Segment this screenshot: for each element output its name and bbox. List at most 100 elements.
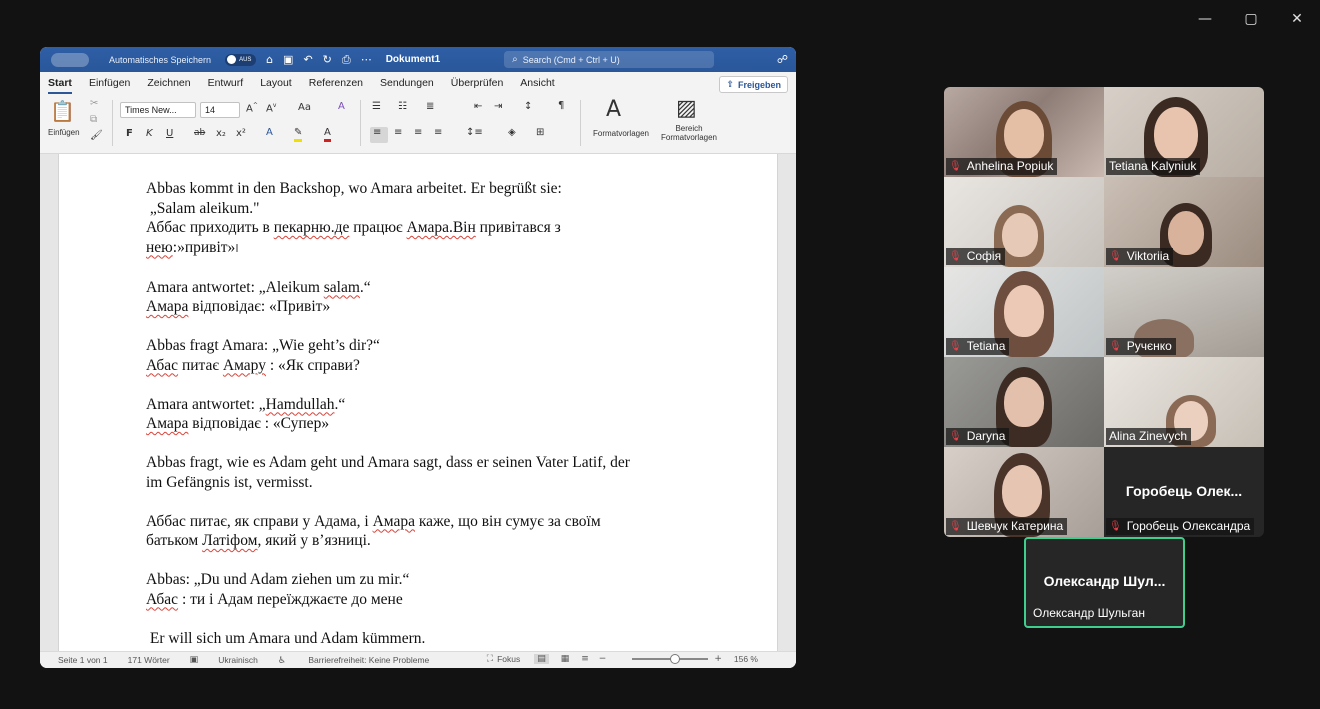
word-count[interactable]: 171 Wörter — [128, 655, 170, 665]
participant-tile[interactable]: Горобець Олек... 🎙 Горобець Олександра — [1104, 447, 1264, 537]
document-page[interactable]: Abbas kommt in den Backshop, wo Amara ar… — [58, 154, 778, 651]
align-left-icon[interactable]: ≡ — [373, 127, 381, 138]
font-name-select[interactable]: Times New... — [120, 102, 196, 118]
focus-icon[interactable]: ⛶ — [487, 654, 493, 664]
styles-icon[interactable]: A — [606, 97, 621, 122]
tab-view[interactable]: Ansicht — [520, 77, 561, 94]
maximize-icon[interactable]: ▢ — [1228, 6, 1274, 32]
underline-button[interactable]: U — [166, 128, 173, 139]
active-speaker-tile[interactable]: Олександр Шул... Олександр Шульган — [1024, 537, 1185, 628]
accessibility-status[interactable]: ♿ Barrierefreiheit: Keine Probleme — [278, 655, 449, 666]
superscript-icon[interactable]: x² — [236, 128, 246, 139]
decrease-indent-icon[interactable]: ⇤ — [474, 101, 482, 112]
tab-references[interactable]: Referenzen — [309, 77, 370, 94]
bold-button[interactable]: F — [126, 128, 133, 139]
grow-font-icon[interactable]: A^ — [246, 102, 258, 114]
document-line[interactable] — [146, 492, 706, 512]
tab-layout[interactable]: Layout — [260, 77, 299, 94]
language[interactable]: Ukrainisch — [218, 655, 258, 665]
tab-review[interactable]: Überprüfen — [451, 77, 511, 94]
outline-icon[interactable]: ≡ — [581, 654, 589, 664]
undo-icon[interactable]: ↶ — [303, 53, 312, 66]
document-line[interactable]: нею:»привіт»I — [146, 238, 706, 259]
share-button[interactable]: ⇪ Freigeben — [719, 76, 788, 93]
document-line[interactable] — [146, 375, 706, 395]
borders-icon[interactable]: ⊞ — [536, 127, 544, 138]
shading-icon[interactable]: ◈ — [508, 127, 516, 138]
document-line[interactable]: Амара відповідає : «Супер» — [146, 414, 706, 434]
document-line[interactable] — [146, 609, 706, 629]
print-icon[interactable]: ⎙ — [342, 53, 351, 67]
tab-start[interactable]: Start — [48, 77, 79, 94]
document-line[interactable]: Аббас приходить в пекарню.де працює Амар… — [146, 218, 706, 238]
participant-tile[interactable]: 🎙 Anhelina Popiuk — [944, 87, 1104, 177]
subscript-icon[interactable]: x₂ — [216, 128, 226, 139]
paste-icon[interactable]: 📋 — [50, 99, 75, 123]
document-line[interactable]: Abbas kommt in den Backshop, wo Amara ar… — [146, 179, 706, 199]
clear-format-icon[interactable]: A — [338, 101, 345, 112]
numbering-icon[interactable]: ☷ — [398, 101, 407, 112]
participant-tile[interactable]: 🎙 Daryna — [944, 357, 1104, 447]
change-case-button[interactable]: Aa — [298, 102, 311, 113]
zoom-out-icon[interactable]: − — [599, 654, 607, 664]
document-line[interactable]: батьком Латіфом, який у в’язниці. — [146, 531, 706, 551]
styles-pane-icon[interactable]: ▨ — [676, 96, 697, 121]
print-layout-icon[interactable]: ▤ — [534, 654, 549, 664]
participant-tile[interactable]: 🎙 Ручєнко — [1104, 267, 1264, 357]
cut-icon[interactable]: ✂ — [90, 98, 98, 109]
participant-tile[interactable]: 🎙 Viktoriia — [1104, 177, 1264, 267]
document-line[interactable] — [146, 551, 706, 571]
document-line[interactable]: Amara antwortet: „Hamdullah.“ — [146, 395, 706, 415]
sort-icon[interactable]: ↕ — [524, 101, 532, 112]
document-line[interactable]: Amara antwortet: „Aleikum salam.“ — [146, 278, 706, 298]
pilcrow-icon[interactable]: ¶ — [558, 100, 564, 111]
font-size-select[interactable]: 14 — [200, 102, 240, 118]
highlight-icon[interactable]: ✎ — [294, 127, 303, 142]
document-line[interactable]: Er will sich um Amara und Adam kümmern. — [146, 629, 706, 649]
format-painter-icon[interactable]: 🖌 — [90, 130, 103, 141]
account-icon[interactable]: ☍ — [777, 53, 788, 66]
proofing-icon[interactable]: ▣ — [190, 655, 199, 665]
document-line[interactable]: Abbas fragt Amara: „Wie geht’s dir?“ — [146, 336, 706, 356]
participant-tile[interactable]: 🎙 Tetiana — [944, 267, 1104, 357]
participant-tile[interactable]: 🎙 Шевчук Катерина — [944, 447, 1104, 537]
save-icon[interactable]: ▣ — [283, 53, 293, 66]
tab-draw[interactable]: Zeichnen — [147, 77, 197, 94]
web-layout-icon[interactable]: ▦ — [561, 654, 570, 664]
shrink-font-icon[interactable]: Av — [266, 102, 276, 114]
text-effects-icon[interactable]: A — [266, 127, 273, 138]
participant-tile[interactable]: Tetiana Kalyniuk — [1104, 87, 1264, 177]
zoom-slider[interactable] — [632, 654, 709, 664]
document-line[interactable]: „Salam aleikum." — [146, 199, 706, 219]
document-line[interactable]: Abbas: „Du und Adam ziehen um zu mir.“ — [146, 570, 706, 590]
document-line[interactable]: Амара відповідає: «Привіт» — [146, 297, 706, 317]
focus-label[interactable]: Fokus — [497, 654, 520, 664]
bullets-icon[interactable]: ☰ — [372, 101, 381, 112]
tab-mailings[interactable]: Sendungen — [380, 77, 441, 94]
zoom-in-icon[interactable]: + — [714, 654, 722, 664]
align-center-icon[interactable]: ≡ — [394, 127, 402, 138]
document-line[interactable]: Абас : ти і Адам переїжджаєте до мене — [146, 590, 706, 610]
participant-tile[interactable]: Alina Zinevych — [1104, 357, 1264, 447]
tab-design[interactable]: Entwurf — [208, 77, 251, 94]
page-count[interactable]: Seite 1 von 1 — [58, 655, 108, 665]
document-line[interactable] — [146, 317, 706, 337]
strikethrough-button[interactable]: ab — [194, 128, 205, 138]
document-line[interactable]: Аббас питає, як справи у Адама, і Амара … — [146, 512, 706, 532]
italic-button[interactable]: K — [146, 128, 153, 139]
sidebar-toggle[interactable] — [51, 52, 89, 67]
minimize-icon[interactable]: — — [1182, 6, 1228, 32]
more-icon[interactable]: ⋯ — [361, 53, 372, 66]
justify-icon[interactable]: ≡ — [434, 127, 442, 138]
font-color-icon[interactable]: A — [324, 127, 331, 142]
increase-indent-icon[interactable]: ⇥ — [494, 101, 502, 112]
document-line[interactable]: im Gefängnis ist, vermisst. — [146, 473, 706, 493]
participant-tile[interactable]: 🎙 Софія — [944, 177, 1104, 267]
document-line[interactable] — [146, 258, 706, 278]
document-line[interactable]: Abbas fragt, wie es Adam geht und Amara … — [146, 453, 706, 473]
multilevel-list-icon[interactable]: ≣ — [426, 101, 434, 112]
document-body[interactable]: Abbas kommt in den Backshop, wo Amara ar… — [146, 179, 706, 648]
redo-icon[interactable]: ↻ — [323, 53, 332, 66]
autosave-toggle[interactable]: AUS — [225, 53, 257, 66]
document-line[interactable]: Абас питає Амару : «Як справи? — [146, 356, 706, 376]
